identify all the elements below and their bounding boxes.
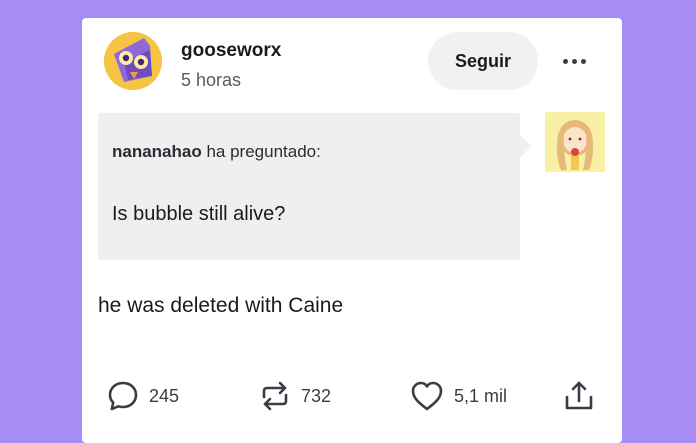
question-text: Is bubble still alive? <box>112 203 286 225</box>
heart-icon <box>409 379 445 413</box>
asker-name[interactable]: nananahao <box>112 142 202 161</box>
more-options-icon[interactable] <box>556 48 592 74</box>
asker-avatar[interactable] <box>545 112 605 172</box>
share-icon <box>562 379 596 413</box>
likes-action[interactable]: 5,1 mil <box>409 378 507 414</box>
like-count: 5,1 mil <box>454 385 508 406</box>
share-button[interactable] <box>562 378 596 414</box>
comment-count: 245 <box>149 385 180 406</box>
reblog-count: 732 <box>301 385 332 406</box>
post-card: gooseworx 5 horas Seguir nananahao ha pr… <box>82 18 622 443</box>
follow-button[interactable]: Seguir <box>428 32 538 90</box>
ask-header: nananahao ha preguntado: <box>112 142 321 162</box>
author-name[interactable]: gooseworx <box>181 40 281 62</box>
post-time[interactable]: 5 horas <box>181 70 241 91</box>
reblogs-action[interactable]: 732 <box>258 378 331 414</box>
answer-text: he was deleted with Caine <box>98 294 344 317</box>
comment-icon <box>106 379 140 413</box>
ask-verb: ha preguntado: <box>201 142 321 161</box>
reblog-icon <box>258 379 292 413</box>
comments-action[interactable]: 245 <box>106 378 179 414</box>
author-avatar[interactable] <box>104 32 162 90</box>
ask-bubble: nananahao ha preguntado: Is bubble still… <box>98 113 532 260</box>
